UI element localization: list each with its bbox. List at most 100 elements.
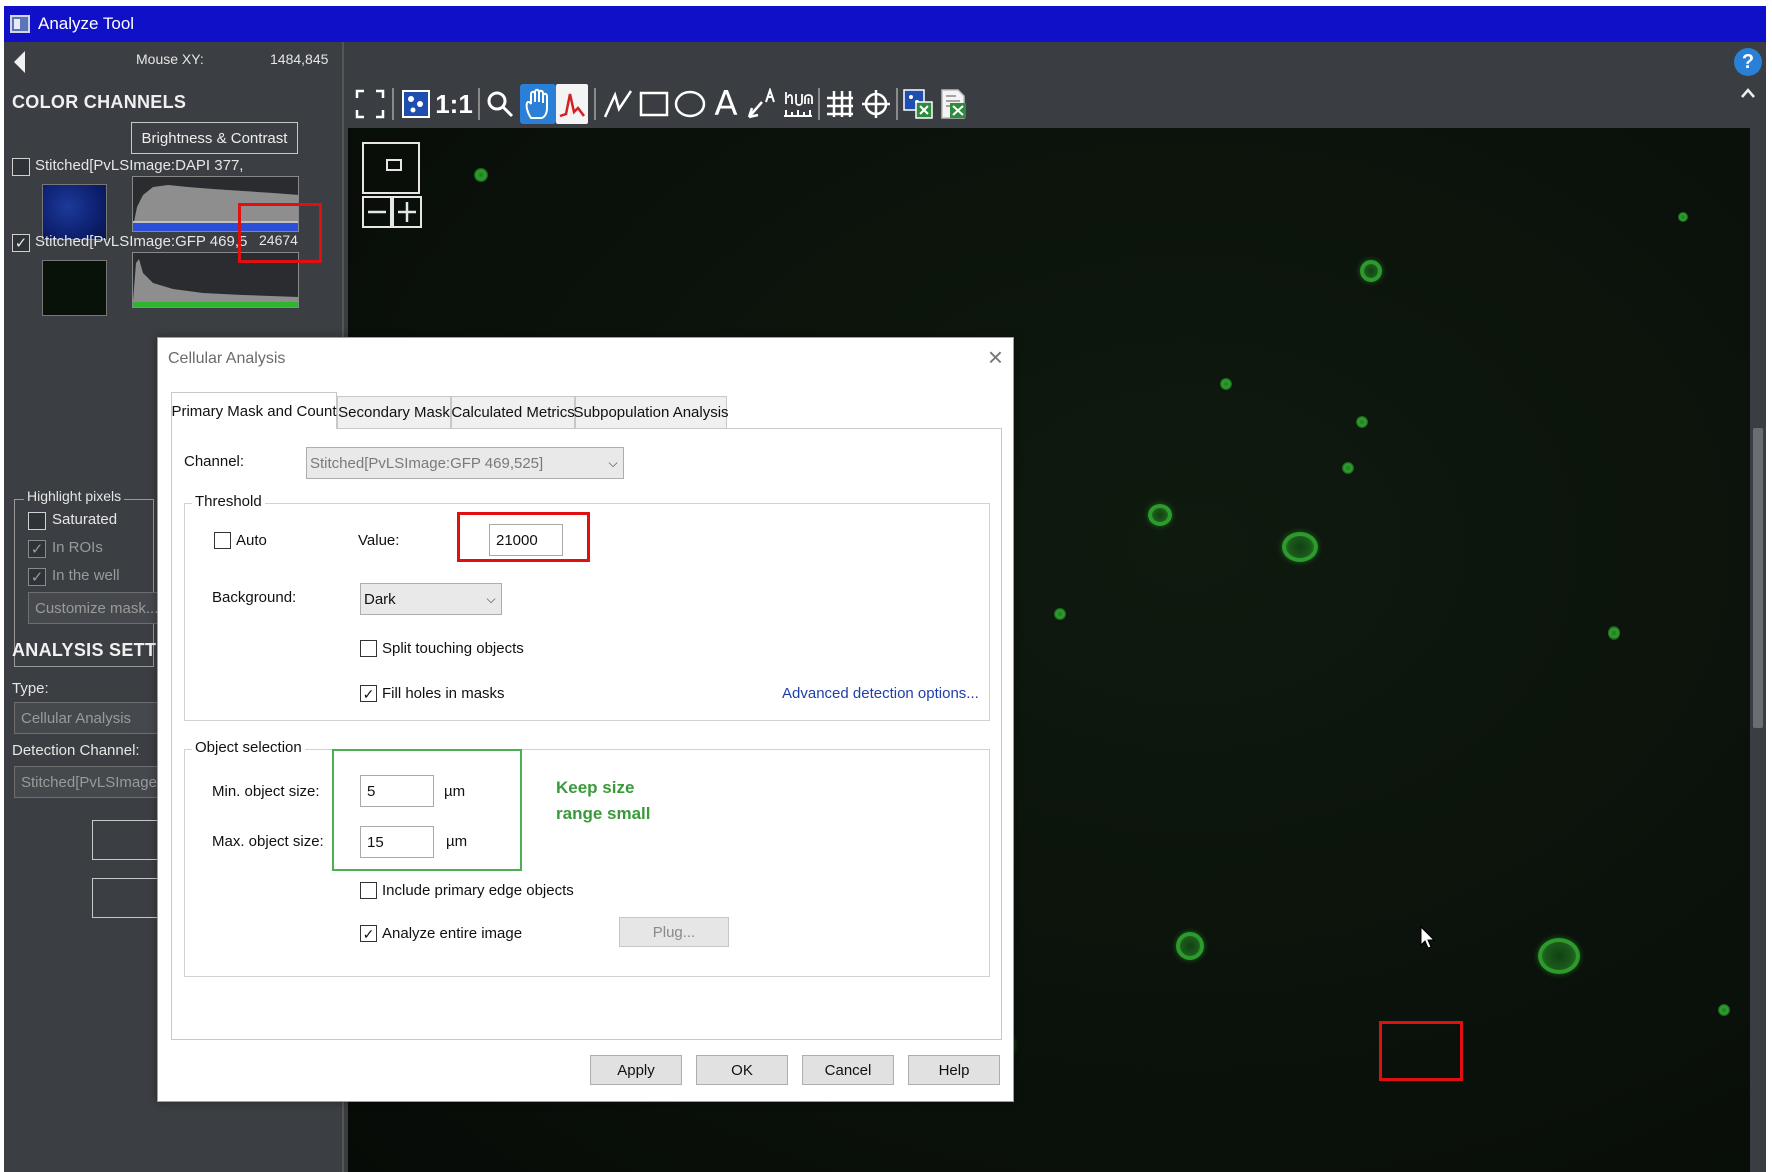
cell-spot [1220,378,1232,390]
cell-spot [1608,626,1620,640]
tab-secondary-mask[interactable]: Secondary Mask [337,396,451,428]
split-touching-checkbox[interactable] [360,640,377,657]
chevron-down-icon: ⌵ [608,455,618,470]
actual-size-button[interactable]: 1:1 [434,84,474,124]
min-object-size-input[interactable]: 5 [360,775,434,807]
min-object-size-label: Min. object size: [212,783,320,800]
annotation-note: Keep size range small [556,775,651,827]
max-object-size-label: Max. object size: [212,833,324,850]
object-selection-legend: Object selection [192,739,305,756]
channel-select[interactable]: Stitched[PvLSImage:GFP 469,525] ⌵ [306,447,624,479]
tab-subpopulation-analysis[interactable]: Subpopulation Analysis [573,396,729,428]
type-select[interactable]: Cellular Analysis [14,702,164,734]
value-label: Value: [358,532,400,549]
cell-spot [1054,608,1066,620]
zoom-out-icon[interactable] [362,196,392,228]
channel-gfp-label: Stitched[PvLSImage:GFP 469,5 [35,233,248,250]
apply-button[interactable]: Apply [590,1055,682,1085]
rectangle-icon[interactable] [636,84,672,124]
ellipse-icon[interactable] [672,84,708,124]
in-rois-checkbox[interactable]: ✓ [28,540,46,558]
analyze-entire-checkbox[interactable]: ✓ [360,925,377,942]
help-icon[interactable]: ? [1734,48,1762,76]
cell-spot [1282,532,1318,562]
title-bar: Analyze Tool [4,6,1766,42]
include-edge-label: Include primary edge objects [382,882,574,899]
auto-label: Auto [236,532,267,549]
ok-button[interactable]: OK [696,1055,788,1085]
detection-channel-select[interactable]: Stitched[PvLSImage:G [14,766,164,798]
zoom-icon[interactable] [482,84,518,124]
fill-holes-label: Fill holes in masks [382,685,505,702]
cell-spot [1148,504,1172,526]
annotation-red-box-threshold [457,512,590,562]
cell-spot [1360,260,1382,282]
saturated-label: Saturated [52,511,118,528]
channel-label: Channel: [184,453,245,470]
scroll-up-icon[interactable] [1740,86,1756,104]
channel-dapi-label: Stitched[PvLSImage:DAPI 377, [35,157,244,174]
threshold-legend: Threshold [192,493,265,510]
help-button[interactable]: Help [908,1055,1000,1085]
annotation-note-line2: range small [556,804,651,823]
measure-ruler-icon[interactable] [780,84,816,124]
polyline-icon[interactable] [600,84,636,124]
background-label: Background: [212,589,297,606]
fill-holes-checkbox[interactable]: ✓ [360,685,377,702]
min-unit-label: µm [444,783,466,800]
export-excel-icon[interactable] [936,84,972,124]
app-icon [10,15,30,33]
in-well-checkbox[interactable]: ✓ [28,568,46,586]
channel-gfp-checkbox[interactable]: ✓ [12,234,30,252]
tab-primary-mask[interactable]: Primary Mask and Count [171,392,337,429]
plug-button[interactable]: Plug... [619,917,729,947]
image-toolbar: 1:1 A ? [344,42,1766,128]
fit-to-window-icon[interactable] [352,84,388,124]
cell-spot [1342,462,1354,474]
mouse-cursor-icon [1420,925,1436,955]
overview-icon[interactable] [398,84,434,124]
color-channels-header: COLOR CHANNELS [12,92,187,112]
channel-dapi-thumbnail [42,184,107,240]
text-tool-icon[interactable]: A [708,84,744,124]
background-select[interactable]: Dark ⌵ [360,583,502,615]
grid-icon[interactable] [822,84,858,124]
analyze-tool-window: Analyze Tool Mouse XY: 1484,845 COLOR CH… [4,6,1766,1172]
histogram-icon[interactable] [556,84,588,124]
vertical-scrollbar[interactable] [1750,128,1766,1172]
export-image-icon[interactable] [900,84,936,124]
channel-select-value: Stitched[PvLSImage:GFP 469,525] [310,454,544,472]
tab-calculated-metrics[interactable]: Calculated Metrics [451,396,575,428]
channel-gfp-thumbnail [42,260,107,316]
close-icon[interactable]: × [988,344,1003,370]
auto-checkbox[interactable] [214,532,231,549]
crosshair-icon[interactable] [858,84,894,124]
in-rois-label: In ROIs [52,539,103,556]
saturated-checkbox[interactable] [28,512,46,530]
customize-mask-button[interactable]: Customize mask... [28,592,168,624]
cell-spot [1678,212,1688,222]
annotation-arrow-icon[interactable] [744,84,780,124]
dialog-title: Cellular Analysis [168,350,286,367]
cell-spot [1176,932,1204,960]
cell-spot [1538,938,1580,974]
annotation-red-box-cursor [1379,1021,1463,1081]
analysis-settings-header: ANALYSIS SETTI [12,640,162,660]
mouse-xy-value: 1484,845 [270,51,329,67]
mouse-xy-label: Mouse XY: [136,51,204,67]
advanced-detection-link[interactable]: Advanced detection options... [782,685,979,702]
highlight-pixels-legend: Highlight pixels [24,488,125,504]
zoom-in-icon[interactable] [392,196,422,228]
max-object-size-input[interactable]: 15 [360,826,434,858]
include-edge-checkbox[interactable] [360,882,377,899]
channel-dapi-checkbox[interactable] [12,158,30,176]
in-well-label: In the well [52,567,120,584]
detection-channel-label: Detection Channel: [12,742,140,759]
brightness-contrast-button[interactable]: Brightness & Contrast [131,122,298,154]
pan-hand-icon[interactable] [520,84,556,124]
window-title: Analyze Tool [38,14,135,33]
cancel-button[interactable]: Cancel [802,1055,894,1085]
collapse-arrow-icon[interactable] [12,50,26,79]
navigator-frame[interactable] [362,142,420,194]
cell-spot [474,168,488,182]
